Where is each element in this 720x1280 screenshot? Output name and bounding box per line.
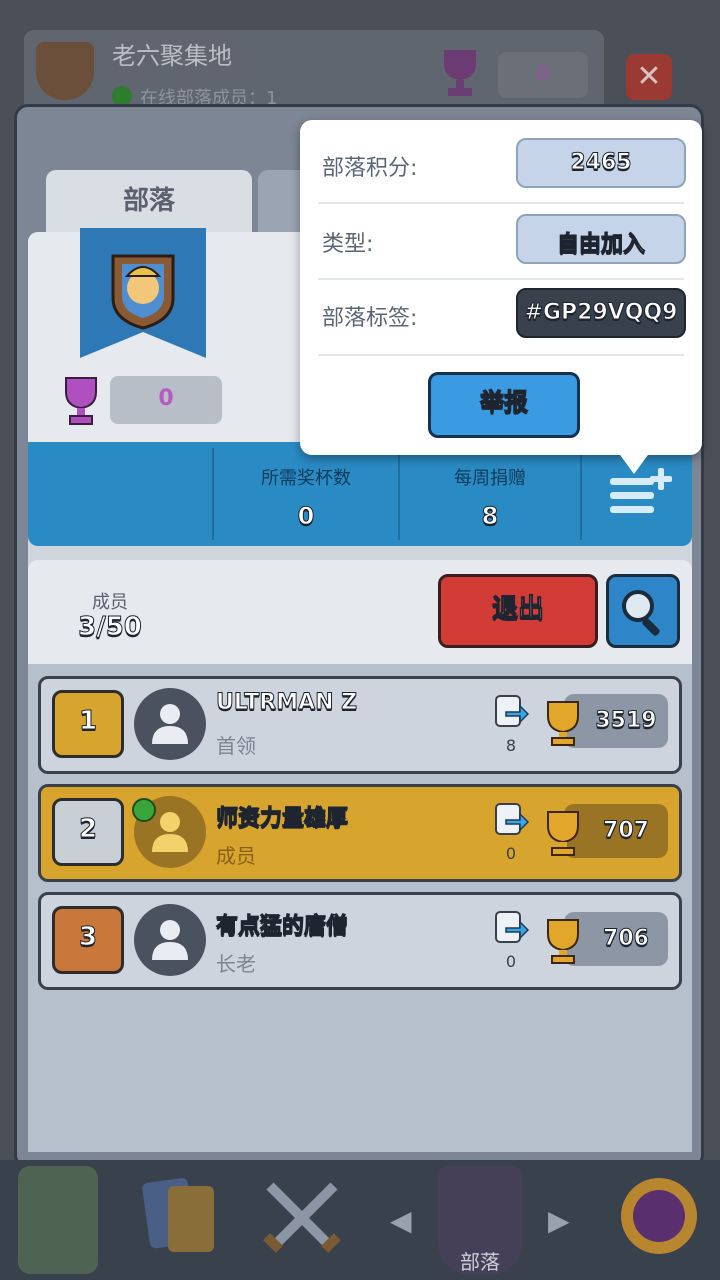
- exit-clan-label: 退出: [491, 594, 544, 625]
- search-icon: [622, 590, 660, 636]
- clan-banner-icon: [80, 228, 206, 358]
- popup-pointer: [612, 444, 656, 474]
- chevron-left-icon[interactable]: ◀: [390, 1204, 412, 1237]
- tab-clan-label: 部落: [122, 186, 175, 216]
- nav-events-icon[interactable]: [614, 1166, 704, 1274]
- bottom-nav: [0, 1160, 720, 1280]
- person-icon: [152, 920, 188, 960]
- member-name: 有点猛的唐僧: [215, 914, 349, 940]
- nav-shop-icon[interactable]: [18, 1166, 98, 1274]
- rank-number: 1: [78, 706, 98, 737]
- member-name: 师资力量雄厚: [215, 806, 349, 832]
- nav-active-label: 部落: [460, 1250, 500, 1274]
- clan-tag-value: #GP29VQQ9: [524, 300, 678, 326]
- donation-cards-icon: [495, 695, 530, 727]
- cards-icon: [142, 1178, 214, 1252]
- member-name: ULTRMAN Z: [215, 690, 358, 716]
- trophy-score: 706: [603, 926, 650, 952]
- donation-count: 0: [505, 844, 517, 863]
- donation-count: 0: [505, 952, 517, 971]
- trophy-score: 3519: [595, 708, 657, 734]
- trophy-icon: [65, 377, 97, 425]
- close-icon[interactable]: ✕: [626, 54, 672, 100]
- members-count: 3/50: [78, 612, 143, 643]
- weekly-donations-value: 8: [481, 502, 499, 531]
- donation-cards-icon: [495, 803, 530, 835]
- member-role: 长老: [216, 952, 256, 976]
- avatar-icon: [134, 904, 206, 976]
- clan-trophy-value: 0: [158, 386, 174, 411]
- background-clan-badge-icon: [36, 42, 94, 100]
- donation-cards-icon: [495, 911, 530, 943]
- clan-score-label: 部落积分:: [322, 156, 418, 181]
- popup-divider: [318, 278, 684, 280]
- rank-number: 2: [78, 814, 98, 845]
- required-trophies-value: 0: [297, 502, 315, 531]
- chevron-right-icon[interactable]: ▶: [548, 1204, 570, 1237]
- person-icon: [152, 704, 188, 744]
- online-dot-icon: [132, 798, 156, 822]
- report-label: 举报: [480, 388, 529, 417]
- avatar-icon: [134, 688, 206, 760]
- online-dot-icon: [112, 86, 132, 106]
- stat-divider: [580, 448, 582, 540]
- trophy-icon: [444, 50, 476, 96]
- nav-cards-icon[interactable]: [140, 1166, 224, 1274]
- rank-number: 3: [78, 922, 98, 953]
- search-button[interactable]: [606, 574, 680, 648]
- trophy-score: 707: [603, 818, 650, 844]
- background-trophy-value: 0: [536, 62, 550, 86]
- weekly-donations-label: 每周捐赠: [454, 468, 526, 489]
- members-label: 成员: [92, 592, 128, 613]
- popup-divider: [318, 202, 684, 204]
- clan-stats-bar: [28, 442, 692, 546]
- donation-count: 8: [505, 736, 517, 755]
- swords-icon: [263, 1182, 341, 1253]
- member-role: 成员: [216, 844, 256, 868]
- nav-battle-icon[interactable]: [256, 1166, 348, 1274]
- clan-type-label: 类型:: [322, 232, 374, 257]
- member-role: 首领: [216, 734, 256, 758]
- clan-tag-label: 部落标签:: [322, 306, 418, 331]
- popup-divider: [318, 354, 684, 356]
- background-clan-title: 老六聚集地: [112, 42, 232, 70]
- clan-score-value: 2465: [570, 150, 632, 176]
- crown-badge-icon: [621, 1178, 697, 1254]
- required-trophies-label: 所需奖杯数: [261, 468, 351, 489]
- clan-type-value: 自由加入: [556, 232, 645, 258]
